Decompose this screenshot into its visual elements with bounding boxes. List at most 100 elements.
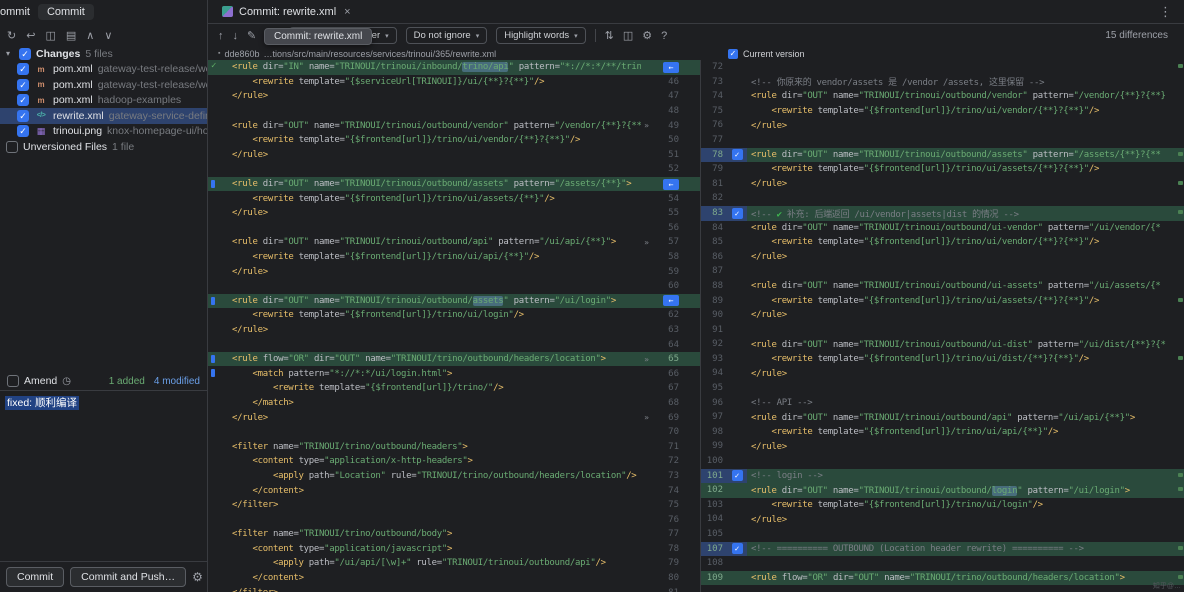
change-map-mark[interactable]: [1178, 210, 1183, 214]
jump-to-source-icon[interactable]: ✎: [247, 29, 256, 42]
include-change-checkbox[interactable]: ✓: [732, 149, 743, 160]
code-text: <rewrite template="{$frontend[url]}/trin…: [228, 135, 641, 145]
chevron-down-icon: ▾: [476, 32, 480, 40]
commit-button[interactable]: Commit: [6, 567, 64, 587]
whitespace-dropdown[interactable]: Do not ignore ▾: [406, 27, 488, 44]
file-row[interactable]: ✓ m pom.xml hadoop-examples: [0, 93, 207, 109]
tab-commit-rewrite-xml[interactable]: Commit: rewrite.xml ×: [216, 0, 357, 23]
expand-all-icon[interactable]: ∧: [86, 29, 94, 42]
file-checkbox[interactable]: ✓: [17, 94, 29, 106]
code-text: <!-- API -->: [747, 398, 1184, 408]
group-by-icon[interactable]: ▤: [66, 29, 76, 42]
include-change-checkbox[interactable]: ✓: [732, 208, 743, 219]
change-map-mark[interactable]: [1178, 575, 1183, 579]
diff-pane-right[interactable]: 7273<!-- 你原来的 vendor/assets 是 /vendor /a…: [700, 60, 1184, 592]
change-map-mark[interactable]: [1178, 546, 1183, 550]
collapse-all-icon[interactable]: ∨: [104, 29, 112, 42]
file-checkbox[interactable]: ✓: [17, 79, 29, 91]
diff-line-right: 79 <rewrite template="{$frontend[url]}/t…: [701, 162, 1184, 177]
file-checkbox[interactable]: ✓: [17, 110, 29, 122]
diff-line-right: 76</rule>: [701, 118, 1184, 133]
changes-group-checkbox[interactable]: ✓: [19, 48, 31, 60]
file-row-selected[interactable]: ✓ </> rewrite.xml gateway-service-defini…: [0, 108, 207, 124]
swap-sides-icon[interactable]: ⇅: [605, 29, 614, 42]
changed-line-marker: [211, 180, 215, 188]
line-number: 50: [652, 135, 682, 145]
change-map-mark[interactable]: [1178, 181, 1183, 185]
diff-line-right: 95: [701, 381, 1184, 396]
change-marker-gutter: [208, 133, 228, 148]
line-number: 74: [652, 486, 682, 496]
diff-revision-bar: ▪ dde860b …tions/src/main/resources/serv…: [208, 47, 1184, 60]
code-text: </rule>: [228, 325, 641, 335]
code-text: <rewrite template="{$frontend[url]}/trin…: [747, 296, 1184, 306]
line-number: 62: [652, 310, 682, 320]
file-checkbox[interactable]: ✓: [17, 125, 29, 137]
code-text: </rule>: [747, 310, 1184, 320]
image-file-icon: ▦: [34, 126, 48, 137]
change-checkbox-gutter: [727, 498, 747, 513]
gear-icon[interactable]: ⚙: [192, 570, 207, 584]
diff-line-left: <rewrite template="{$frontend[url]}/trin…: [208, 133, 700, 148]
commit-message-editor[interactable]: fixed: 顺利编译: [0, 390, 207, 562]
commit-tab[interactable]: Commit: [38, 4, 94, 20]
apply-change-icon[interactable]: ←: [663, 295, 679, 306]
change-map-mark[interactable]: [1178, 487, 1183, 491]
diff-view-icon[interactable]: ◫: [45, 29, 55, 42]
unversioned-checkbox[interactable]: [6, 141, 18, 153]
diff-line-right: 73<!-- 你原来的 vendor/assets 是 /vendor /ass…: [701, 75, 1184, 90]
change-marker-gutter: [208, 425, 228, 440]
apply-change-icon[interactable]: ←: [663, 179, 679, 190]
hunk-chevron-icon: »: [641, 238, 652, 247]
amend-checkbox[interactable]: [7, 375, 19, 387]
change-checkbox-gutter: [727, 512, 747, 527]
revision-hash[interactable]: dde860b: [224, 49, 259, 59]
line-number: 71: [652, 442, 682, 452]
change-map-mark[interactable]: [1178, 473, 1183, 477]
change-marker-gutter: [208, 177, 228, 192]
line-number: 93: [701, 352, 727, 367]
change-marker-gutter: [208, 366, 228, 381]
highlight-mode-dropdown[interactable]: Highlight words ▾: [496, 27, 585, 44]
include-change-checkbox[interactable]: ✓: [732, 543, 743, 554]
refresh-icon[interactable]: ↻: [7, 29, 16, 42]
unversioned-files-row[interactable]: Unversioned Files 1 file: [0, 139, 207, 155]
history-clock-icon[interactable]: ◷: [62, 376, 71, 387]
change-map-mark[interactable]: [1178, 64, 1183, 68]
diff-map-stripe[interactable]: [1177, 60, 1184, 592]
change-map-mark[interactable]: [1178, 356, 1183, 360]
help-icon[interactable]: ?: [661, 30, 667, 42]
settings-gear-icon[interactable]: ⚙: [642, 29, 652, 42]
close-icon[interactable]: ×: [344, 6, 350, 18]
next-change-icon[interactable]: ↓: [233, 30, 239, 42]
line-number: 77: [652, 529, 682, 539]
previous-change-icon[interactable]: ↑: [218, 30, 224, 42]
more-options-icon[interactable]: ⋮: [1159, 4, 1176, 20]
file-checkbox[interactable]: ✓: [17, 63, 29, 75]
collapse-unchanged-icon[interactable]: ◫: [623, 29, 633, 42]
changes-group-row[interactable]: ▾ ✓ Changes 5 files: [0, 46, 207, 62]
line-number: 78: [701, 148, 727, 163]
file-breadcrumb-path[interactable]: …tions/src/main/resources/services/trino…: [264, 49, 497, 59]
diff-pane-left[interactable]: ✓<rule dir="IN" name="TRINOUI/trinoui/in…: [208, 60, 700, 592]
revision-tag-icon: ▪: [218, 50, 220, 57]
file-row[interactable]: ✓ m pom.xml gateway-test-release/webhdfs: [0, 62, 207, 78]
rollback-icon[interactable]: ↩: [26, 29, 35, 42]
commit-and-push-button[interactable]: Commit and Push…: [70, 567, 186, 587]
current-version-checkbox[interactable]: ✓: [728, 49, 738, 59]
diff-line-left: 48: [208, 104, 700, 119]
diff-line-left: </rule>59: [208, 264, 700, 279]
apply-change-icon[interactable]: ←: [663, 62, 679, 73]
change-map-mark[interactable]: [1178, 298, 1183, 302]
file-row[interactable]: ✓ ▦ trinoui.png knox-homepage-ui/home/as: [0, 124, 207, 140]
change-map-mark[interactable]: [1178, 152, 1183, 156]
file-row[interactable]: ✓ m pom.xml gateway-test-release/webhdfs: [0, 77, 207, 93]
change-marker-gutter: [208, 469, 228, 484]
diff-line-right: 75 <rewrite template="{$frontend[url]}/t…: [701, 104, 1184, 119]
chevron-down-icon[interactable]: ▾: [6, 49, 14, 58]
diff-line-left: </content>80: [208, 571, 700, 586]
diff-line-right: 97<rule dir="OUT" name="TRINOUI/trinoui/…: [701, 410, 1184, 425]
line-number: 107: [701, 542, 727, 557]
diff-line-right: 101✓<!-- login -->: [701, 469, 1184, 484]
include-change-checkbox[interactable]: ✓: [732, 470, 743, 481]
